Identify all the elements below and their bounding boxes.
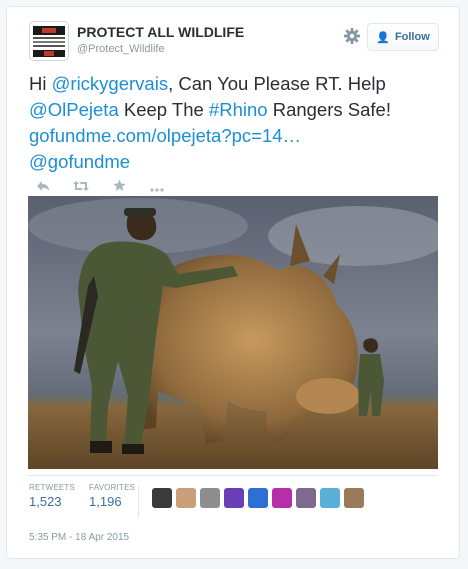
add-user-icon: 👤 xyxy=(376,31,390,44)
tweet-stats: RETWEETS 1,523 FAVORITES 1,196 xyxy=(29,483,135,509)
favoriter-avatar[interactable] xyxy=(272,488,292,508)
favorites-stat[interactable]: FAVORITES 1,196 xyxy=(89,483,135,509)
gear-icon[interactable] xyxy=(343,27,361,45)
divider xyxy=(28,475,438,476)
favorite-icon[interactable] xyxy=(109,179,129,195)
tweet-text-segment: Hi xyxy=(29,73,52,94)
follow-button-label: Follow xyxy=(394,31,430,43)
favoriter-avatar[interactable] xyxy=(248,488,268,508)
retweet-icon[interactable] xyxy=(71,179,91,195)
mention-link[interactable]: @rickygervais xyxy=(52,73,168,94)
account-display-name[interactable]: PROTECT ALL WILDLIFE xyxy=(77,24,244,40)
tweet-text-segment: Rangers Safe! xyxy=(267,99,391,120)
favoriter-avatars xyxy=(152,488,364,508)
favoriter-avatar[interactable] xyxy=(320,488,340,508)
tweet-photo[interactable] xyxy=(28,196,438,469)
favoriter-avatar[interactable] xyxy=(224,488,244,508)
mention-link[interactable]: @OlPejeta xyxy=(29,99,119,120)
follow-button[interactable]: 👤 Follow xyxy=(367,23,439,51)
favoriter-avatar[interactable] xyxy=(200,488,220,508)
organization-logo-icon xyxy=(30,22,68,60)
more-icon[interactable] xyxy=(147,179,167,195)
tweet-card: PROTECT ALL WILDLIFE @Protect_Wildlife 👤… xyxy=(6,6,460,559)
favoriter-avatar[interactable] xyxy=(176,488,196,508)
retweets-count: 1,523 xyxy=(29,494,62,509)
retweets-label: RETWEETS xyxy=(29,483,76,492)
mention-link[interactable]: @gofundme xyxy=(29,151,130,172)
tweet-timestamp[interactable]: 5:35 PM - 18 Apr 2015 xyxy=(29,532,129,543)
tweet-text-segment: , Can You Please RT. Help xyxy=(168,73,386,94)
favoriter-avatar[interactable] xyxy=(344,488,364,508)
tweet-actions xyxy=(33,179,167,195)
stats-divider xyxy=(138,486,139,518)
retweets-stat[interactable]: RETWEETS 1,523 xyxy=(29,483,75,509)
favoriter-avatar[interactable] xyxy=(296,488,316,508)
account-avatar[interactable] xyxy=(29,21,69,61)
url-link[interactable]: gofundme.com/olpejeta?pc=14… xyxy=(29,125,301,146)
favorites-label: FAVORITES xyxy=(89,483,136,492)
reply-icon[interactable] xyxy=(33,179,53,195)
tweet-text-segment: Keep The xyxy=(118,99,209,120)
tweet-text: Hi @rickygervais, Can You Please RT. Hel… xyxy=(29,71,449,175)
hashtag-link[interactable]: #Rhino xyxy=(209,99,268,120)
favoriter-avatar[interactable] xyxy=(152,488,172,508)
account-handle[interactable]: @Protect_Wildlife xyxy=(77,43,165,55)
favorites-count: 1,196 xyxy=(89,494,122,509)
